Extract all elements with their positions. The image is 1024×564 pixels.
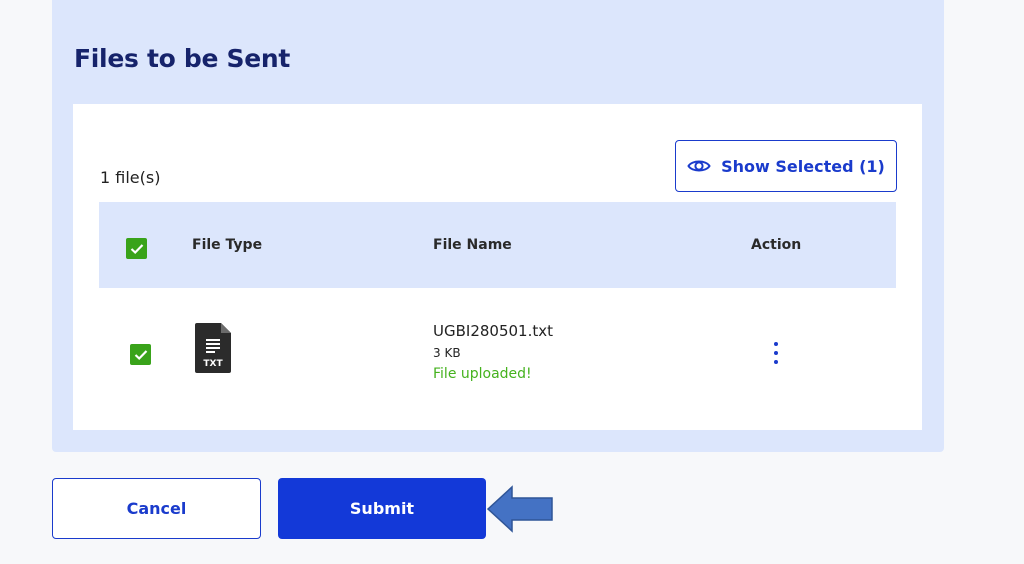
cancel-button[interactable]: Cancel xyxy=(52,478,261,539)
header-action: Action xyxy=(751,237,802,253)
select-all-checkbox[interactable] xyxy=(126,238,147,259)
eye-icon xyxy=(687,158,711,174)
file-count: 1 file(s) xyxy=(100,168,161,187)
header-file-type: File Type xyxy=(192,237,263,253)
file-size: 3 KB xyxy=(433,346,461,360)
row-checkbox[interactable] xyxy=(130,344,151,365)
row-actions-menu-icon[interactable] xyxy=(769,342,783,364)
txt-file-icon: TXT xyxy=(193,322,233,374)
submit-button[interactable]: Submit xyxy=(278,478,486,539)
file-status: File uploaded! xyxy=(433,366,532,382)
file-name: UGBI280501.txt xyxy=(433,322,553,340)
table-header: File Type File Name Action xyxy=(99,202,896,288)
panel-title: Files to be Sent xyxy=(74,44,291,73)
table-row: TXT UGBI280501.txt 3 KB File uploaded! xyxy=(99,294,896,400)
show-selected-label: Show Selected (1) xyxy=(721,156,885,176)
annotation-arrow-icon xyxy=(486,485,554,533)
files-card: 1 file(s) Show Selected (1) File Type Fi… xyxy=(73,104,922,430)
show-selected-button[interactable]: Show Selected (1) xyxy=(675,140,897,192)
files-panel: Files to be Sent 1 file(s) Show Selected… xyxy=(52,0,944,452)
header-file-name: File Name xyxy=(433,237,512,253)
file-type-badge: TXT xyxy=(203,359,223,369)
